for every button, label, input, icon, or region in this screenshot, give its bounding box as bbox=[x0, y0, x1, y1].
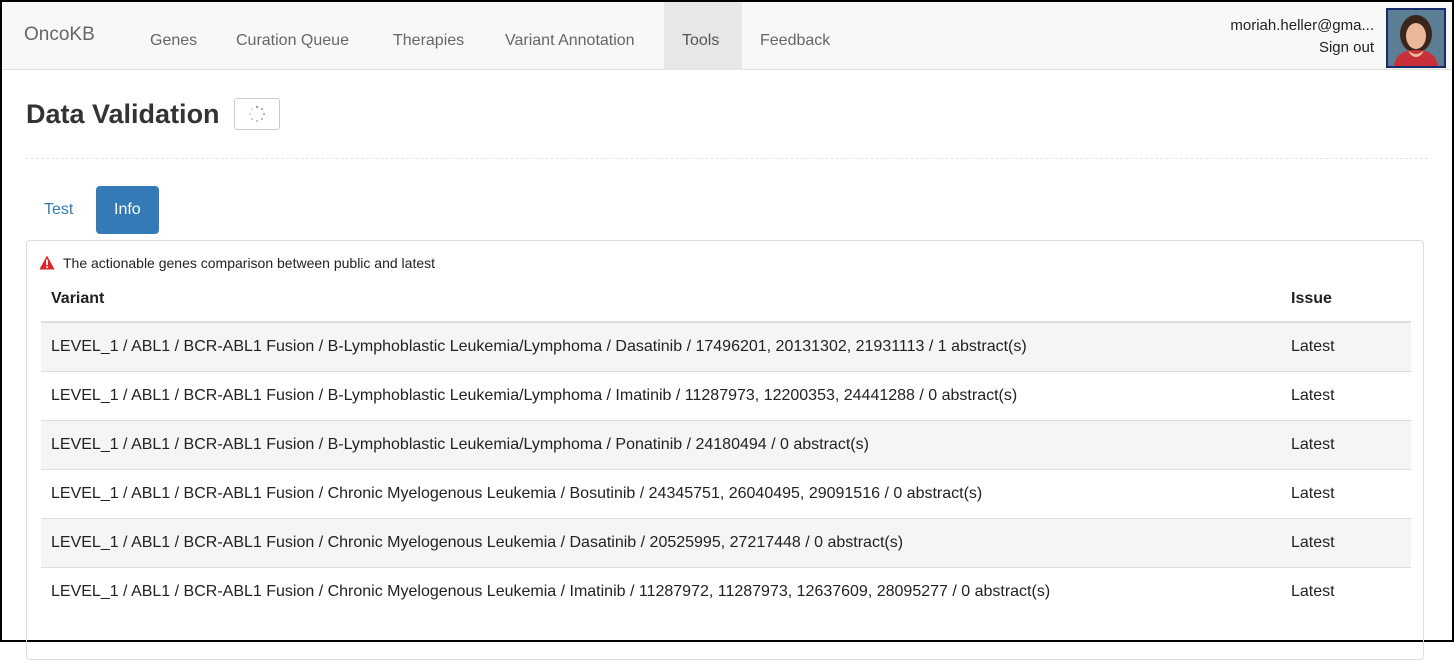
issue-cell: Latest bbox=[1281, 420, 1411, 470]
issue-cell: Latest bbox=[1281, 567, 1411, 616]
section-divider bbox=[26, 158, 1428, 159]
user-email: moriah.heller@gma... bbox=[1230, 17, 1374, 34]
variant-cell: LEVEL_1 / ABL1 / BCR-ABL1 Fusion / Chron… bbox=[41, 518, 1281, 568]
title-row: Data Validation bbox=[26, 98, 281, 130]
nav-genes[interactable]: Genes bbox=[132, 2, 215, 70]
alert-text: The actionable genes comparison between … bbox=[63, 255, 436, 271]
table-row: LEVEL_1 / ABL1 / BCR-ABL1 Fusion / B-Lym… bbox=[41, 371, 1411, 421]
nav-curation-queue[interactable]: Curation Queue bbox=[218, 2, 367, 70]
table-row: LEVEL_1 / ABL1 / BCR-ABL1 Fusion / B-Lym… bbox=[41, 321, 1411, 372]
variant-cell: LEVEL_1 / ABL1 / BCR-ABL1 Fusion / B-Lym… bbox=[41, 321, 1281, 372]
table-row: LEVEL_1 / ABL1 / BCR-ABL1 Fusion / B-Lym… bbox=[41, 420, 1411, 470]
issue-cell: Latest bbox=[1281, 469, 1411, 519]
variant-cell: LEVEL_1 / ABL1 / BCR-ABL1 Fusion / Chron… bbox=[41, 567, 1281, 616]
sign-out-link[interactable]: Sign out bbox=[1230, 37, 1374, 59]
brand-logo[interactable]: OncoKB bbox=[24, 24, 95, 46]
issue-cell: Latest bbox=[1281, 321, 1411, 372]
page-title: Data Validation bbox=[26, 98, 220, 129]
issue-cell: Latest bbox=[1281, 518, 1411, 568]
spinner-icon bbox=[248, 105, 266, 123]
tab-info[interactable]: Info bbox=[96, 186, 159, 234]
avatar-photo-icon bbox=[1388, 10, 1444, 66]
variant-cell: LEVEL_1 / ABL1 / BCR-ABL1 Fusion / B-Lym… bbox=[41, 371, 1281, 421]
nav-variant-annotation[interactable]: Variant Annotation bbox=[487, 2, 653, 70]
issue-cell: Latest bbox=[1281, 371, 1411, 421]
user-info: moriah.heller@gma... Sign out bbox=[1230, 15, 1374, 59]
alert-message: The actionable genes comparison between … bbox=[39, 255, 435, 271]
table-row: LEVEL_1 / ABL1 / BCR-ABL1 Fusion / Chron… bbox=[41, 518, 1411, 568]
navbar: OncoKB Genes Curation Queue Therapies Va… bbox=[2, 2, 1452, 70]
tab-test[interactable]: Test bbox=[26, 186, 91, 234]
table-header-row: Variant Issue bbox=[41, 277, 1411, 323]
variant-table: Variant Issue LEVEL_1 / ABL1 / BCR-ABL1 … bbox=[41, 277, 1411, 616]
nav-tools[interactable]: Tools bbox=[664, 2, 742, 70]
nav-feedback[interactable]: Feedback bbox=[742, 2, 848, 70]
table-row: LEVEL_1 / ABL1 / BCR-ABL1 Fusion / Chron… bbox=[41, 469, 1411, 519]
variant-cell: LEVEL_1 / ABL1 / BCR-ABL1 Fusion / B-Lym… bbox=[41, 420, 1281, 470]
refresh-button[interactable] bbox=[234, 98, 281, 130]
column-header-variant[interactable]: Variant bbox=[41, 277, 1281, 323]
avatar[interactable] bbox=[1386, 8, 1446, 68]
nav-therapies[interactable]: Therapies bbox=[375, 2, 482, 70]
info-panel: The actionable genes comparison between … bbox=[26, 240, 1424, 660]
table-row: LEVEL_1 / ABL1 / BCR-ABL1 Fusion / Chron… bbox=[41, 567, 1411, 616]
variant-cell: LEVEL_1 / ABL1 / BCR-ABL1 Fusion / Chron… bbox=[41, 469, 1281, 519]
warning-triangle-icon bbox=[39, 255, 55, 270]
column-header-issue[interactable]: Issue bbox=[1281, 277, 1411, 323]
